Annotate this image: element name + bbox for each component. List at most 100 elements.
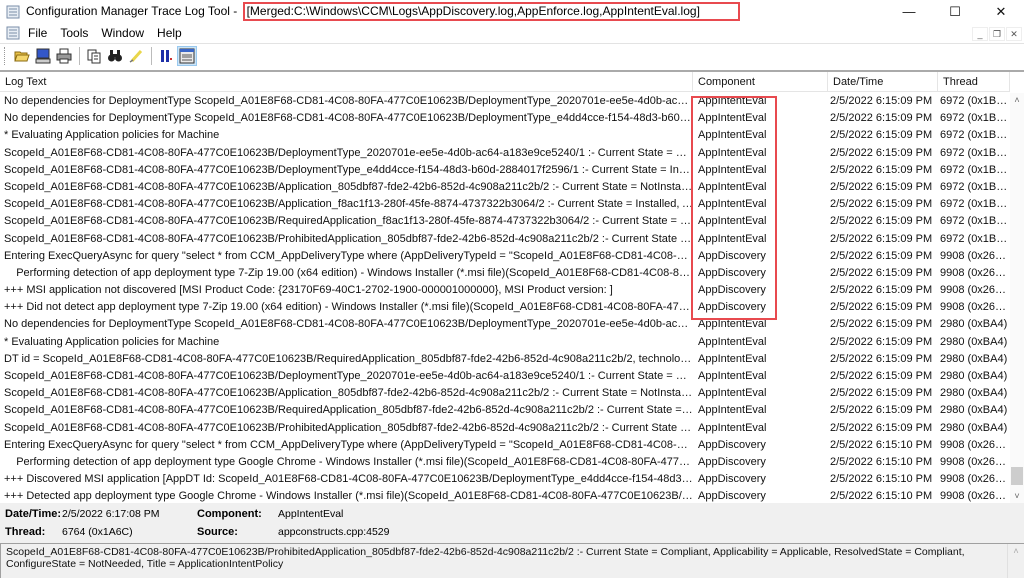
table-row[interactable]: ScopeId_A01E8F68-CD81-4C08-80FA-477C0E10… <box>0 402 1010 419</box>
message-scrollbar[interactable]: ˄ <box>1007 544 1024 578</box>
menu-tools[interactable]: Tools <box>60 26 88 40</box>
table-row[interactable]: ScopeId_A01E8F68-CD81-4C08-80FA-477C0E10… <box>0 196 1010 213</box>
table-row[interactable]: +++ MSI application not discovered [MSI … <box>0 282 1010 299</box>
datetime-cell: 2/5/2022 6:15:09 PM <box>830 180 933 193</box>
window-title-path: [Merged:C:\Windows\CCM\Logs\AppDiscovery… <box>242 2 740 21</box>
close-button[interactable]: ✕ <box>978 0 1024 23</box>
table-row[interactable]: ScopeId_A01E8F68-CD81-4C08-80FA-477C0E10… <box>0 213 1010 230</box>
vertical-scrollbar[interactable]: ˄ ˅ <box>1010 93 1024 503</box>
datetime-cell: 2/5/2022 6:15:09 PM <box>830 95 933 107</box>
table-row[interactable]: Performing detection of app deployment t… <box>0 265 1010 282</box>
table-row[interactable]: ScopeId_A01E8F68-CD81-4C08-80FA-477C0E10… <box>0 231 1010 248</box>
column-header-datetime[interactable]: Date/Time <box>828 72 938 92</box>
mdi-restore-button[interactable]: ❐ <box>989 27 1005 41</box>
component-cell: AppIntentEval <box>698 352 767 365</box>
table-row[interactable]: ScopeId_A01E8F68-CD81-4C08-80FA-477C0E10… <box>0 420 1010 437</box>
scrollbar-thumb[interactable] <box>1011 467 1023 485</box>
log-text-cell: Entering ExecQueryAsync for query "selec… <box>4 438 693 451</box>
highlight-button[interactable] <box>126 46 146 66</box>
log-text-cell: ScopeId_A01E8F68-CD81-4C08-80FA-477C0E10… <box>4 163 693 176</box>
table-row[interactable]: * Evaluating Application policies for Ma… <box>0 127 1010 144</box>
datetime-label: Date/Time: <box>5 508 62 520</box>
source-value: appconstructs.cpp:4529 <box>278 526 390 538</box>
thread-cell: 9908 (0x26B4) <box>940 455 1010 468</box>
column-header-component[interactable]: Component <box>693 72 828 92</box>
minimize-button[interactable]: — <box>886 0 932 23</box>
thread-cell: 6972 (0x1B3C) <box>940 180 1010 193</box>
log-text-cell: DT id = ScopeId_A01E8F68-CD81-4C08-80FA-… <box>4 352 693 365</box>
copy-button[interactable] <box>84 46 104 66</box>
datetime-cell: 2/5/2022 6:15:09 PM <box>830 421 933 434</box>
pause-button[interactable] <box>156 46 176 66</box>
log-text-cell: ScopeId_A01E8F68-CD81-4C08-80FA-477C0E10… <box>4 232 693 245</box>
component-cell: AppIntentEval <box>698 215 767 228</box>
details-pane-button[interactable] <box>177 46 197 66</box>
table-row[interactable]: ScopeId_A01E8F68-CD81-4C08-80FA-477C0E10… <box>0 368 1010 385</box>
component-cell: AppIntentEval <box>698 146 767 159</box>
column-header-thread[interactable]: Thread <box>938 72 1010 92</box>
log-text-cell: ScopeId_A01E8F68-CD81-4C08-80FA-477C0E10… <box>4 215 693 228</box>
log-text-cell: +++ Did not detect app deployment type 7… <box>4 301 693 314</box>
source-label: Source: <box>197 526 238 538</box>
log-text-cell: * Evaluating Application policies for Ma… <box>4 129 220 142</box>
thread-cell: 2980 (0xBA4) <box>940 318 1008 331</box>
datetime-cell: 2/5/2022 6:15:09 PM <box>830 404 933 417</box>
table-row[interactable]: DT id = ScopeId_A01E8F68-CD81-4C08-80FA-… <box>0 351 1010 368</box>
table-row[interactable]: No dependencies for DeploymentType Scope… <box>0 110 1010 127</box>
log-text-cell: ScopeId_A01E8F68-CD81-4C08-80FA-477C0E10… <box>4 404 693 417</box>
scroll-up-icon[interactable]: ˄ <box>1013 546 1018 556</box>
menu-file[interactable]: File <box>28 26 47 40</box>
table-row[interactable]: ScopeId_A01E8F68-CD81-4C08-80FA-477C0E10… <box>0 385 1010 402</box>
log-text-cell: Entering ExecQueryAsync for query "selec… <box>4 249 693 262</box>
copy-icon <box>87 49 101 64</box>
message-pane: ScopeId_A01E8F68-CD81-4C08-80FA-477C0E10… <box>0 543 1024 578</box>
log-text-cell: No dependencies for DeploymentType Scope… <box>4 112 693 125</box>
table-row[interactable]: +++ Detected app deployment type Google … <box>0 488 1010 503</box>
thread-cell: 9908 (0x26B4) <box>940 490 1010 503</box>
toolbar-grip[interactable] <box>4 47 7 65</box>
scroll-down-icon[interactable]: ˅ <box>1010 489 1024 503</box>
table-row[interactable]: Entering ExecQueryAsync for query "selec… <box>0 248 1010 265</box>
datetime-cell: 2/5/2022 6:15:09 PM <box>830 335 933 348</box>
menu-help[interactable]: Help <box>157 26 182 40</box>
thread-cell: 6972 (0x1B3C) <box>940 95 1010 107</box>
open-button[interactable] <box>12 46 32 66</box>
table-row[interactable]: +++ Discovered MSI application [AppDT Id… <box>0 471 1010 488</box>
document-icon[interactable] <box>6 26 20 40</box>
table-row[interactable]: Performing detection of app deployment t… <box>0 454 1010 471</box>
thread-cell: 2980 (0xBA4) <box>940 404 1008 417</box>
table-row[interactable]: * Evaluating Application policies for Ma… <box>0 334 1010 351</box>
datetime-cell: 2/5/2022 6:15:10 PM <box>830 473 933 486</box>
window-title-prefix: Configuration Manager Trace Log Tool - <box>26 4 241 18</box>
thread-cell: 2980 (0xBA4) <box>940 352 1008 365</box>
datetime-cell: 2/5/2022 6:15:09 PM <box>830 129 933 142</box>
scroll-up-icon[interactable]: ˄ <box>1010 93 1024 107</box>
log-text-cell: ScopeId_A01E8F68-CD81-4C08-80FA-477C0E10… <box>4 370 693 382</box>
mdi-close-button[interactable]: ✕ <box>1006 27 1022 41</box>
mdi-minimize-button[interactable]: _ <box>972 27 988 41</box>
component-cell: AppDiscovery <box>698 490 766 503</box>
print-button[interactable] <box>54 46 74 66</box>
table-row[interactable]: +++ Did not detect app deployment type 7… <box>0 299 1010 316</box>
table-row[interactable]: ScopeId_A01E8F68-CD81-4C08-80FA-477C0E10… <box>0 145 1010 162</box>
maximize-button[interactable]: ☐ <box>932 0 978 23</box>
message-text[interactable]: ScopeId_A01E8F68-CD81-4C08-80FA-477C0E10… <box>6 546 996 570</box>
table-row[interactable]: ScopeId_A01E8F68-CD81-4C08-80FA-477C0E10… <box>0 162 1010 179</box>
table-row[interactable]: No dependencies for DeploymentType Scope… <box>0 93 1010 110</box>
thread-cell: 9908 (0x26B4) <box>940 249 1010 262</box>
component-cell: AppIntentEval <box>698 198 767 211</box>
datetime-cell: 2/5/2022 6:15:09 PM <box>830 387 933 400</box>
table-row[interactable]: No dependencies for DeploymentType Scope… <box>0 316 1010 333</box>
find-button[interactable] <box>105 46 125 66</box>
log-text-cell: ScopeId_A01E8F68-CD81-4C08-80FA-477C0E10… <box>4 387 693 400</box>
datetime-cell: 2/5/2022 6:15:09 PM <box>830 249 933 262</box>
open-remote-button[interactable] <box>33 46 53 66</box>
menu-window[interactable]: Window <box>101 26 144 40</box>
column-header-log-text[interactable]: Log Text <box>0 72 693 92</box>
highlighter-icon <box>129 49 143 63</box>
datetime-cell: 2/5/2022 6:15:09 PM <box>830 284 933 297</box>
log-text-cell: ScopeId_A01E8F68-CD81-4C08-80FA-477C0E10… <box>4 146 693 159</box>
table-row[interactable]: ScopeId_A01E8F68-CD81-4C08-80FA-477C0E10… <box>0 179 1010 196</box>
table-row[interactable]: Entering ExecQueryAsync for query "selec… <box>0 437 1010 454</box>
component-cell: AppDiscovery <box>698 455 766 468</box>
